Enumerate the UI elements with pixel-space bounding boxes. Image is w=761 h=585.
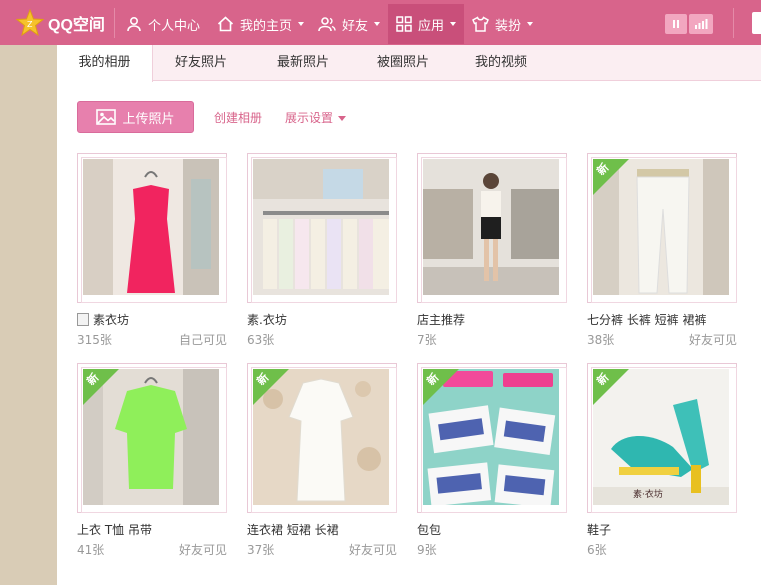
svg-text:Z: Z	[27, 20, 33, 29]
album-permission: 好友可见	[688, 333, 737, 347]
album-card[interactable]: 新 上衣 T恤 吊带 41张 好友可见	[77, 363, 227, 563]
album-permission: 自己可见	[178, 333, 227, 347]
album-card[interactable]: 素·衣坊 新 鞋子 6张	[587, 363, 737, 563]
album-name[interactable]: 连衣裙 短裙 长裙	[247, 521, 339, 538]
album-permission: 好友可见	[178, 543, 227, 557]
new-badge: 新	[83, 369, 119, 405]
album-book-icon	[77, 313, 89, 326]
album-photo-count: 41张	[77, 543, 105, 557]
apps-icon	[396, 16, 412, 32]
picture-icon	[96, 109, 117, 125]
album-photo-count: 63张	[247, 333, 275, 347]
tab-my-videos[interactable]: 我的视频	[453, 45, 549, 81]
star-logo-icon: Z	[16, 9, 44, 37]
chevron-down-icon	[298, 22, 305, 26]
tab-my-albums[interactable]: 我的相册	[57, 45, 153, 82]
album-name[interactable]: 素衣坊	[77, 311, 129, 328]
album-card[interactable]: 新 七分裤 长裤 短裤 裙裤 38张 好友可见	[587, 153, 737, 353]
album-card[interactable]: 新 包包 9张	[417, 363, 567, 563]
person-icon	[127, 16, 141, 32]
top-nav-bar: Z QQ空间 个人中心 我的主页 好友 应用 装扮	[0, 0, 761, 45]
pause-icon	[673, 20, 679, 28]
nav-apps[interactable]: 应用	[388, 4, 465, 44]
nav-label: 应用	[418, 18, 445, 34]
new-badge: 新	[593, 369, 629, 405]
new-badge: 新	[423, 369, 459, 405]
nav-label: 我的主页	[240, 18, 293, 34]
nav-separator	[733, 8, 734, 38]
display-settings-label: 展示设置	[285, 111, 334, 125]
album-photo-count: 7张	[417, 333, 437, 347]
album-photo-count: 38张	[587, 333, 615, 347]
album-name-text: 素衣坊	[93, 313, 130, 327]
display-settings-link[interactable]: 展示设置	[285, 109, 347, 126]
watermark-signature: 素·衣坊	[633, 488, 663, 500]
album-name[interactable]: 七分裤 长裤 短裤 裙裤	[587, 311, 706, 328]
album-cover-photo[interactable]	[83, 159, 219, 295]
nav-friends[interactable]: 好友	[318, 4, 381, 44]
album-name[interactable]: 素.衣坊	[247, 311, 287, 328]
chevron-down-icon	[374, 22, 381, 26]
nav-label: 装扮	[495, 18, 522, 34]
album-photo-count: 315张	[77, 333, 112, 347]
album-photo-count: 37张	[247, 543, 275, 557]
left-strip	[0, 45, 57, 585]
nav-label: 好友	[342, 18, 369, 34]
tab-tagged-photos[interactable]: 被圈照片	[353, 45, 453, 81]
home-icon	[217, 16, 234, 32]
tshirt-icon	[472, 16, 489, 32]
volume-bars-icon	[695, 19, 708, 29]
chevron-down-icon	[527, 22, 534, 26]
logo-text: QQ空间	[48, 17, 105, 34]
pause-button[interactable]	[665, 14, 687, 34]
album-cover-photo[interactable]	[423, 159, 559, 295]
nav-personal-center[interactable]: 个人中心	[126, 4, 200, 44]
photo-album-panel: 我的相册 好友照片 最新照片 被圈照片 我的视频 上传照片 创建相册 展示设置 …	[57, 45, 761, 585]
friends-icon	[318, 17, 336, 32]
chevron-down-icon	[450, 22, 457, 26]
nav-dress-up[interactable]: 装扮	[472, 4, 534, 44]
album-cover-photo[interactable]	[253, 159, 389, 295]
volume-button[interactable]	[689, 14, 713, 34]
album-tabs: 我的相册 好友照片 最新照片 被圈照片 我的视频	[57, 45, 761, 82]
chevron-down-icon	[338, 116, 347, 121]
album-name[interactable]: 上衣 T恤 吊带	[77, 521, 152, 538]
notification-badge[interactable]	[752, 12, 761, 34]
album-toolbar: 上传照片 创建相册 展示设置	[77, 101, 737, 133]
tab-friend-photos[interactable]: 好友照片	[153, 45, 249, 81]
upload-label: 上传照片	[122, 111, 175, 127]
album-card[interactable]: 新 连衣裙 短裙 长裙 37张 好友可见	[247, 363, 397, 563]
album-card[interactable]: 店主推荐 7张	[417, 153, 567, 353]
album-name[interactable]: 店主推荐	[417, 311, 465, 328]
nav-separator	[114, 8, 115, 38]
album-card[interactable]: 素衣坊 315张 自己可见	[77, 153, 227, 353]
album-permission: 好友可见	[348, 543, 397, 557]
album-photo-count: 9张	[417, 543, 437, 557]
upload-photo-button[interactable]: 上传照片	[77, 101, 194, 133]
album-name[interactable]: 鞋子	[587, 521, 611, 538]
new-badge: 新	[253, 369, 289, 405]
qzone-logo[interactable]: Z QQ空间	[16, 9, 105, 37]
tab-latest-photos[interactable]: 最新照片	[253, 45, 353, 81]
album-name[interactable]: 包包	[417, 521, 441, 538]
nav-my-homepage[interactable]: 我的主页	[217, 4, 305, 44]
new-badge: 新	[593, 159, 629, 195]
album-photo-count: 6张	[587, 543, 607, 557]
album-card[interactable]: 素.衣坊 63张	[247, 153, 397, 353]
create-album-link[interactable]: 创建相册	[214, 109, 262, 126]
nav-label: 个人中心	[148, 18, 201, 34]
